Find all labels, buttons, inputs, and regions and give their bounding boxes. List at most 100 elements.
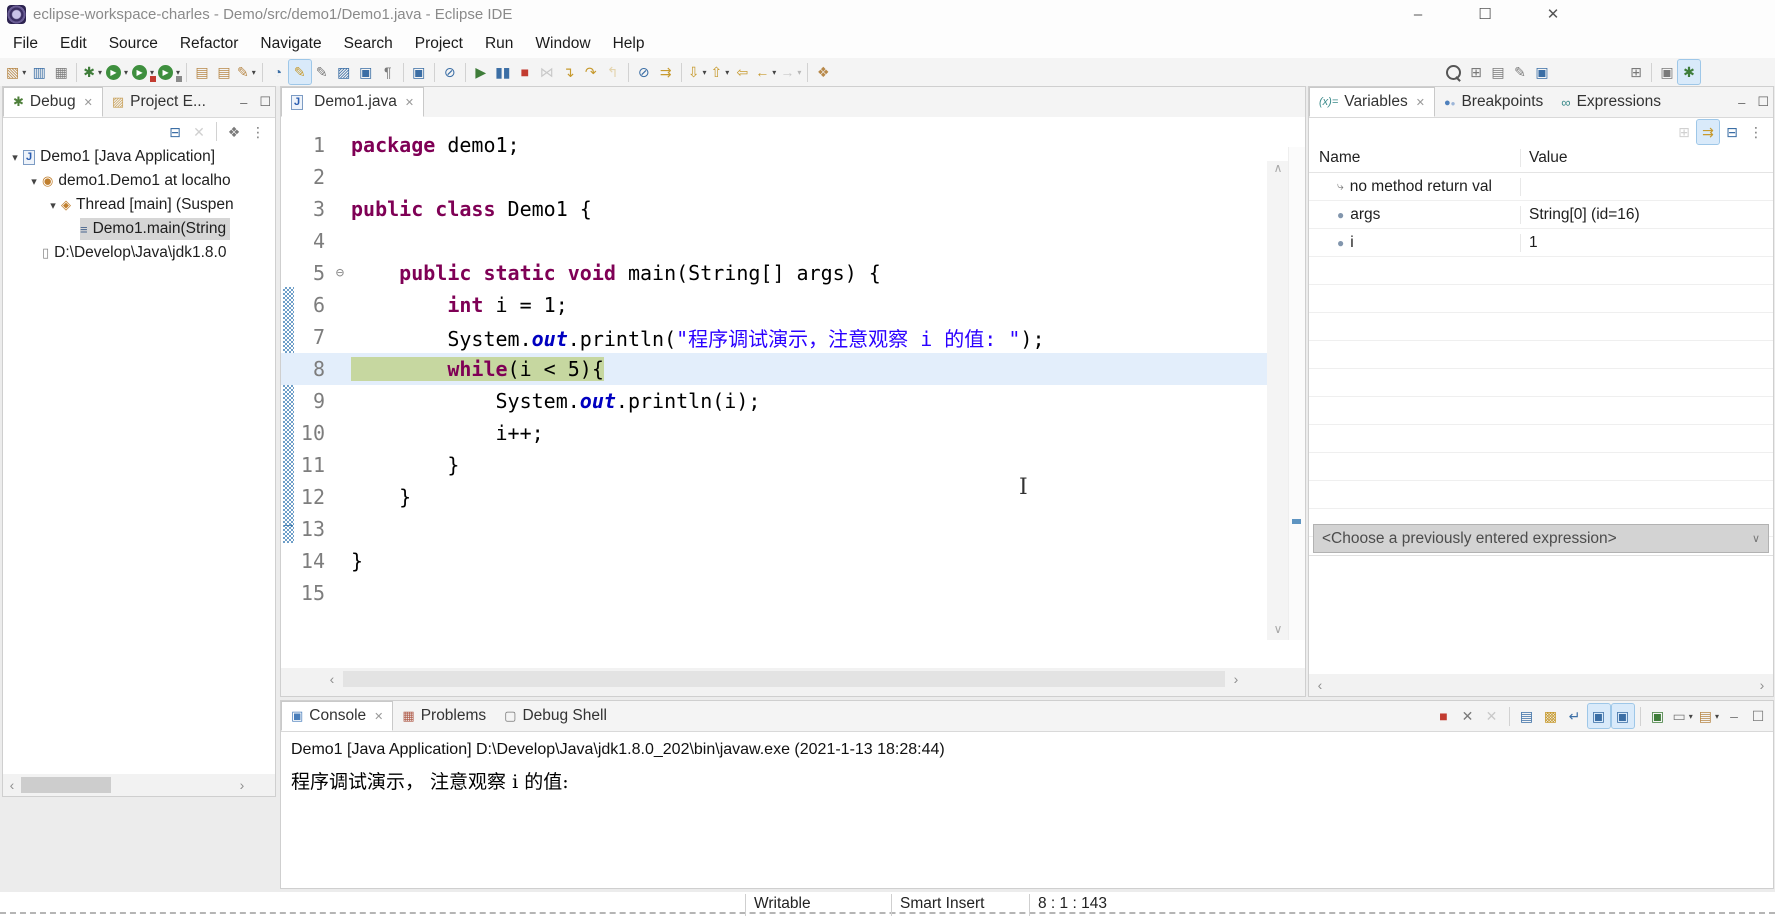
search-icon[interactable] bbox=[1443, 60, 1465, 84]
code-line-7[interactable]: 7 System.out.println("程序调试演示，注意观察 i 的值: … bbox=[281, 321, 1267, 353]
open-console-icon[interactable]: ▤ ▾ bbox=[1697, 704, 1721, 728]
close-icon[interactable]: ✕ bbox=[84, 96, 93, 109]
view-menu-icon[interactable]: ⋮ bbox=[247, 120, 269, 144]
step-into-icon[interactable]: ↴ bbox=[558, 60, 580, 84]
show-console-on-output-icon[interactable]: ▣ bbox=[1610, 703, 1635, 729]
code-line-15[interactable]: 15 bbox=[281, 577, 1267, 609]
line-number[interactable]: 9 bbox=[281, 389, 329, 413]
tree-item[interactable]: ▾ J Demo1 [Java Application] bbox=[3, 145, 275, 169]
menu-refactor[interactable]: Refactor bbox=[169, 30, 250, 58]
pin-console-icon[interactable]: ▣ bbox=[1586, 703, 1611, 729]
remove-launch-icon[interactable]: ✕ bbox=[1457, 704, 1479, 728]
scroll-left-icon[interactable]: ‹ bbox=[323, 668, 341, 690]
create-snapshot-icon[interactable]: ✎ bbox=[311, 60, 333, 84]
forward-icon[interactable]: → ▾ bbox=[778, 60, 803, 84]
code-line-2[interactable]: 2 bbox=[281, 161, 1267, 193]
code-area[interactable]: 1 package demo1; 2 3 public class Demo1 {4 5 ⊖… bbox=[281, 117, 1267, 609]
back-icon[interactable]: ← ▾ bbox=[753, 60, 778, 84]
suspend-icon[interactable]: ▮▮ bbox=[492, 60, 514, 84]
scroll-right-icon[interactable]: › bbox=[233, 774, 251, 796]
show-whitespace-icon[interactable]: ¶ bbox=[377, 60, 399, 84]
minimize-button[interactable]: – bbox=[1395, 0, 1441, 29]
code-line-3[interactable]: 3 public class Demo1 { bbox=[281, 193, 1267, 225]
scroll-up-icon[interactable]: ∧ bbox=[1267, 161, 1289, 179]
tab-breakpoints[interactable]: ●● Breakpoints bbox=[1435, 87, 1552, 117]
menu-help[interactable]: Help bbox=[602, 30, 656, 58]
code-line-4[interactable]: 4 bbox=[281, 225, 1267, 257]
step-return-icon[interactable]: ↰ bbox=[602, 60, 624, 84]
line-number[interactable]: 1 bbox=[281, 133, 329, 157]
new-wizard-icon[interactable]: ▧ ▾ bbox=[4, 60, 28, 84]
word-wrap-icon[interactable]: ↵ bbox=[1564, 704, 1586, 728]
code-line-11[interactable]: 11 } bbox=[281, 449, 1267, 481]
tab-console[interactable]: ▣ Console ✕ bbox=[281, 701, 394, 731]
resume-icon[interactable]: ▶ bbox=[470, 60, 492, 84]
code-line-14[interactable]: 14} bbox=[281, 545, 1267, 577]
remote-desktop-icon[interactable]: ▣ bbox=[408, 60, 430, 84]
new-brush-icon[interactable]: ✎ ▾ bbox=[235, 60, 258, 84]
close-icon[interactable]: ✕ bbox=[405, 96, 414, 109]
menu-file[interactable]: File bbox=[2, 30, 49, 58]
tab-variables[interactable]: (x)= Variables ✕ bbox=[1309, 87, 1435, 117]
tab-project-e-[interactable]: ▨ Project E... bbox=[103, 87, 215, 117]
minimize-view-icon[interactable]: – bbox=[1738, 95, 1745, 110]
close-button[interactable]: ✕ bbox=[1530, 0, 1576, 29]
open-type-icon[interactable]: ▨ bbox=[333, 60, 355, 84]
code-line-5[interactable]: 5 ⊖ public static void main(String[] args… bbox=[281, 257, 1267, 289]
line-number[interactable]: 6 bbox=[281, 293, 329, 317]
code-line-8[interactable]: 8 while(i < 5){ bbox=[281, 353, 1267, 385]
variable-row[interactable]: ● i 1 bbox=[1309, 229, 1773, 257]
tab-expressions[interactable]: ∞ Expressions bbox=[1552, 87, 1670, 117]
maximize-button[interactable]: ☐ bbox=[1462, 0, 1508, 29]
open-perspective-shortcut-icon[interactable]: ⊞ bbox=[1465, 60, 1487, 84]
debug-perspective-button[interactable]: ✱ bbox=[1677, 59, 1701, 85]
tab-debug-shell[interactable]: ▢ Debug Shell bbox=[495, 701, 616, 731]
debug-icon[interactable]: ✱ ▾ bbox=[81, 60, 104, 84]
close-icon[interactable]: ✕ bbox=[1416, 96, 1425, 109]
scroll-right-icon[interactable]: › bbox=[1227, 668, 1245, 690]
variable-row[interactable]: ● args String[0] (id=16) bbox=[1309, 201, 1773, 229]
menu-source[interactable]: Source bbox=[98, 30, 169, 58]
save-all-icon[interactable]: ▦ bbox=[50, 60, 72, 84]
expression-combo[interactable]: <Choose a previously entered expression>… bbox=[1313, 524, 1769, 553]
terminate-icon[interactable]: ■ bbox=[514, 60, 536, 84]
collapse-all-icon[interactable]: ⊟ bbox=[164, 120, 186, 144]
mark-occurrences-icon[interactable]: ✎ bbox=[287, 59, 312, 85]
code-line-10[interactable]: 10 i++; bbox=[281, 417, 1267, 449]
next-annotation-icon[interactable]: ⇩ ▾ bbox=[686, 60, 709, 84]
menu-edit[interactable]: Edit bbox=[49, 30, 98, 58]
last-edit-location-icon[interactable]: ⇦ bbox=[731, 60, 753, 84]
pin-editor-icon[interactable]: ❖ bbox=[812, 60, 834, 84]
maximize-view-icon[interactable]: ☐ bbox=[259, 94, 271, 110]
java-perspective-button[interactable]: ▣ bbox=[1656, 60, 1678, 84]
run-icon[interactable]: ▶ ▾ bbox=[104, 60, 130, 84]
debug-view-mode-icon[interactable]: ❖ bbox=[223, 120, 245, 144]
clear-console-icon[interactable]: ▤ bbox=[1516, 704, 1538, 728]
tree-item[interactable]: ▯ D:\Develop\Java\jdk1.8.0 bbox=[3, 241, 275, 265]
open-perspective-icon[interactable]: ⊞ bbox=[1625, 60, 1647, 84]
expander-icon[interactable]: ▾ bbox=[26, 175, 42, 188]
line-number[interactable]: 3 bbox=[281, 197, 329, 221]
tab-debug[interactable]: ✱ Debug ✕ bbox=[3, 87, 103, 117]
line-number[interactable]: 10 bbox=[281, 421, 329, 445]
skip-all-breakpoints-icon[interactable]: ⊘ bbox=[633, 60, 655, 84]
remove-all-terminated-icon[interactable]: ✕ bbox=[188, 120, 210, 144]
expander-icon[interactable]: ▾ bbox=[45, 199, 61, 212]
coverage-icon[interactable]: ▶ ▾ bbox=[130, 60, 157, 84]
code-line-1[interactable]: 1 package demo1; bbox=[281, 129, 1267, 161]
toggle-mark-icon[interactable]: ⊘ bbox=[439, 60, 461, 84]
pin-icon[interactable]: ▣ bbox=[1647, 704, 1669, 728]
expander-icon[interactable]: ▾ bbox=[7, 151, 23, 164]
collapse-all-icon[interactable]: ⊟ bbox=[1721, 120, 1743, 144]
variables-horizontal-scrollbar[interactable]: ‹ › bbox=[1309, 674, 1773, 696]
line-number[interactable]: 11 bbox=[281, 453, 329, 477]
previous-annotation-icon[interactable]: ⇧ ▾ bbox=[709, 60, 732, 84]
editor-horizontal-scrollbar[interactable]: ‹ › bbox=[281, 668, 1305, 696]
scroll-left-icon[interactable]: ‹ bbox=[1311, 674, 1329, 696]
line-number[interactable]: 13 bbox=[281, 517, 329, 541]
tree-item[interactable]: ▾ ◈ Thread [main] (Suspen bbox=[3, 193, 275, 217]
view-menu-icon[interactable]: ⋮ bbox=[1745, 120, 1767, 144]
line-number[interactable]: 15 bbox=[281, 581, 329, 605]
perspective-icon-3[interactable]: ▣ bbox=[1531, 60, 1553, 84]
menu-search[interactable]: Search bbox=[333, 30, 404, 58]
